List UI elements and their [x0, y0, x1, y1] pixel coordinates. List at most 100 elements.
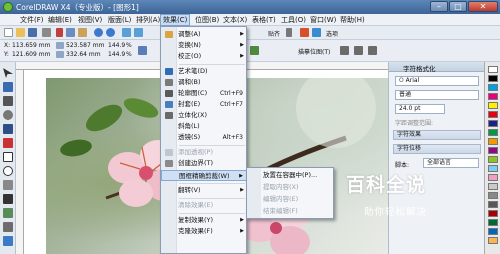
x-position-field[interactable]: 113.659 mm [12, 42, 50, 49]
save-icon[interactable] [28, 28, 37, 37]
menu-item-powerclip[interactable]: 图框精确剪裁(W) ▶ [161, 170, 247, 181]
palette-swatch[interactable] [488, 165, 498, 172]
print-icon[interactable] [42, 28, 51, 37]
export-icon[interactable] [134, 28, 143, 37]
menu-item-blend[interactable]: 调和(B) [161, 77, 247, 88]
palette-swatch[interactable] [488, 111, 498, 118]
palette-swatch[interactable] [488, 147, 498, 154]
width-field[interactable]: 523.587 mm [66, 42, 104, 49]
palette-swatch[interactable] [488, 201, 498, 208]
menu-window[interactable]: 窗口(W) [308, 15, 338, 25]
y-position-field[interactable]: 121.609 mm [12, 51, 50, 58]
rectangle-tool-icon[interactable] [3, 152, 13, 162]
new-icon[interactable] [4, 28, 13, 37]
cut-icon[interactable] [56, 28, 63, 37]
menu-text[interactable]: 文本(X) [221, 15, 249, 25]
close-button[interactable]: ✕ [468, 1, 498, 12]
menu-help[interactable]: 帮助(H) [338, 15, 367, 25]
palette-swatch[interactable] [488, 210, 498, 217]
palette-swatch[interactable] [488, 219, 498, 226]
snap-to-label[interactable]: 贴齐 [268, 29, 280, 38]
wrap-text-icon[interactable] [368, 46, 377, 55]
menu-item-create-boundary[interactable]: 创建边界(T) [161, 158, 247, 169]
open-icon[interactable] [16, 28, 25, 37]
menu-edit[interactable]: 编辑(E) [46, 15, 74, 25]
maximize-button[interactable]: □ [449, 1, 467, 12]
lock-ratio-icon[interactable] [138, 46, 147, 55]
coreldraw-app-icon[interactable] [3, 2, 13, 12]
minimize-button[interactable]: – [430, 1, 448, 12]
palette-swatch[interactable] [488, 156, 498, 163]
snap-dropdown-icon[interactable] [286, 28, 292, 37]
palette-swatch[interactable] [488, 192, 498, 199]
palette-swatch[interactable] [488, 237, 498, 244]
palette-swatch-none[interactable] [488, 66, 498, 73]
options-label[interactable]: 选项 [326, 29, 338, 38]
import-icon[interactable] [122, 28, 131, 37]
palette-swatch[interactable] [488, 75, 498, 82]
palette-swatch[interactable] [488, 228, 498, 235]
undo-icon[interactable] [94, 28, 103, 37]
scale-y-field[interactable]: 144.9 [108, 51, 125, 58]
palette-swatch[interactable] [488, 102, 498, 109]
character-effects-section[interactable]: 字符效果 [393, 130, 481, 140]
ellipse-tool-icon[interactable] [3, 166, 13, 176]
height-field[interactable]: 332.64 mm [66, 51, 101, 58]
zoom-tool-icon[interactable] [3, 110, 13, 120]
menu-item-transform[interactable]: 变换(N) ▶ [161, 40, 247, 51]
menu-item-copy-effect[interactable]: 复制效果(Y) ▶ [161, 215, 247, 226]
menu-item-correction[interactable]: 校正(O) ▶ [161, 51, 247, 62]
application-launcher-icon[interactable] [312, 28, 321, 37]
menu-bitmaps[interactable]: 位图(B) [193, 15, 221, 25]
bitmap-trace-button[interactable]: 描摹位图(T) [298, 47, 330, 56]
menu-item-contour[interactable]: 轮廓图(C) Ctrl+F9 [161, 88, 247, 99]
menu-table[interactable]: 表格(T) [250, 15, 278, 25]
menu-file[interactable]: 文件(F) [18, 15, 46, 25]
connector-tool-icon[interactable] [3, 222, 13, 232]
resample-icon[interactable] [354, 46, 363, 55]
palette-swatch[interactable] [488, 84, 498, 91]
palette-swatch[interactable] [488, 183, 498, 190]
vertical-ruler[interactable] [16, 70, 24, 254]
menu-effects[interactable]: 效果(C) [160, 14, 191, 26]
menu-item-lens[interactable]: 透镜(S) Alt+F3 [161, 132, 247, 143]
menu-view[interactable]: 视图(V) [76, 15, 104, 25]
crop-tool-icon[interactable] [3, 96, 13, 106]
font-list-dropdown[interactable]: O Arial [395, 76, 479, 86]
bitmap-trace-icon[interactable] [250, 46, 259, 55]
shape-tool-icon[interactable] [3, 82, 13, 92]
menu-item-place-in-container[interactable]: 放置在容器中(P)... [247, 170, 334, 181]
welcome-icon[interactable] [300, 28, 309, 37]
pick-tool-icon[interactable] [3, 68, 13, 78]
scale-x-field[interactable]: 144.9 [108, 42, 125, 49]
menu-item-envelope[interactable]: 封套(E) Ctrl+F7 [161, 99, 247, 110]
menu-tools[interactable]: 工具(O) [279, 15, 308, 25]
table-tool-icon[interactable] [3, 208, 13, 218]
smart-fill-tool-icon[interactable] [3, 138, 13, 148]
text-tool-icon[interactable] [3, 194, 13, 204]
character-shift-section[interactable]: 字符位移 [393, 144, 481, 154]
palette-swatch[interactable] [488, 120, 498, 127]
palette-swatch[interactable] [488, 129, 498, 136]
menu-layout[interactable]: 版面(L) [106, 15, 133, 25]
menu-item-bevel[interactable]: 斜角(L) [161, 121, 247, 132]
menu-arrange[interactable]: 排列(A) [134, 15, 162, 25]
menu-item-extrude[interactable]: 立体化(X) [161, 110, 247, 121]
menu-item-adjust[interactable]: 调整(A) ▶ [161, 29, 247, 40]
freehand-tool-icon[interactable] [3, 124, 13, 134]
menu-item-clone-effect[interactable]: 克隆效果(F) ▶ [161, 226, 247, 237]
crop-icon[interactable] [340, 46, 349, 55]
menu-item-artistic-media[interactable]: 艺术笔(D) [161, 66, 247, 77]
palette-swatch[interactable] [488, 138, 498, 145]
font-style-dropdown[interactable]: 普通 [395, 90, 479, 100]
copy-icon[interactable] [66, 28, 75, 37]
interactive-tool-icon[interactable] [3, 236, 13, 246]
menu-item-flip[interactable]: 翻转(V) ▶ [161, 185, 247, 196]
paste-icon[interactable] [78, 28, 87, 37]
polygon-tool-icon[interactable] [3, 180, 13, 190]
palette-swatch[interactable] [488, 93, 498, 100]
font-size-field[interactable]: 24.0 pt [395, 104, 445, 114]
script-dropdown[interactable]: 全部语言 [423, 158, 479, 168]
palette-swatch[interactable] [488, 174, 498, 181]
redo-icon[interactable] [106, 28, 115, 37]
